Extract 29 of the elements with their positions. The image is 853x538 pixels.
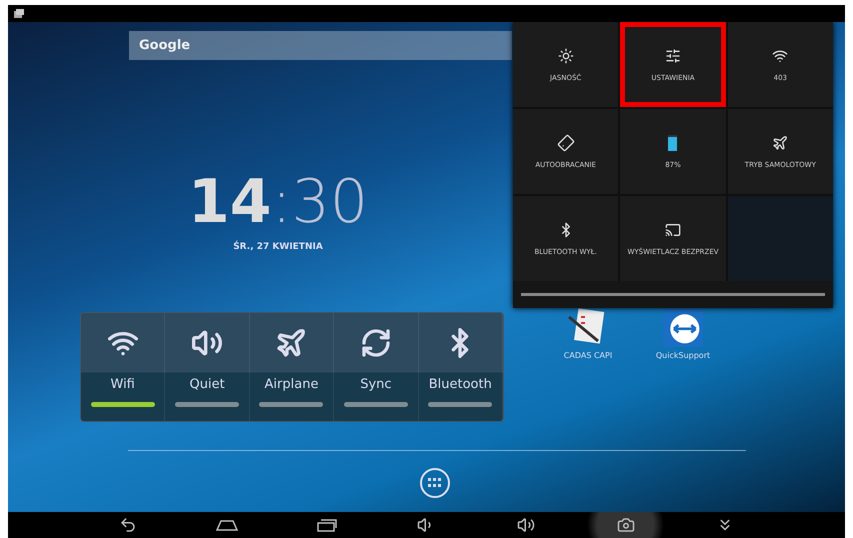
home-icon: [216, 519, 238, 531]
cast-icon: [664, 222, 681, 238]
volume-up-icon: [517, 516, 536, 534]
app-label: QuickSupport: [656, 351, 710, 360]
panel-handle[interactable]: [521, 293, 825, 296]
clock-time: 14:30: [188, 172, 368, 232]
search-bar[interactable]: Google: [129, 31, 512, 60]
recents-icon: [316, 518, 337, 532]
app-label: CADAS CAPI: [564, 351, 612, 360]
camera-icon: [616, 516, 635, 534]
toggle-button[interactable]: Quiet: [165, 313, 250, 421]
notification-icon: [14, 9, 24, 18]
brightness-icon: [558, 48, 574, 64]
toggle-button[interactable]: Airplane: [250, 313, 334, 421]
toggle-button[interactable]: Bluetooth: [418, 313, 503, 421]
arrows-logo-icon: [663, 307, 703, 347]
back-icon: [118, 516, 137, 534]
sync-icon: [360, 327, 392, 359]
wifi-icon: [772, 48, 788, 64]
app-drawer-button[interactable]: [420, 468, 450, 498]
app-shortcut[interactable]: QuickSupport: [638, 306, 728, 361]
toggle-button[interactable]: Sync: [334, 313, 419, 421]
clock-date: ŚR., 27 KWIETNIA: [233, 242, 323, 252]
app-shortcut[interactable]: CADAS CAPI: [543, 306, 633, 361]
airplane-icon: [772, 134, 788, 150]
airplane-icon: [275, 327, 308, 359]
sliders-icon: [664, 48, 681, 64]
toggle-button[interactable]: Wifi: [81, 313, 166, 421]
grid-dots-icon: [428, 478, 442, 488]
